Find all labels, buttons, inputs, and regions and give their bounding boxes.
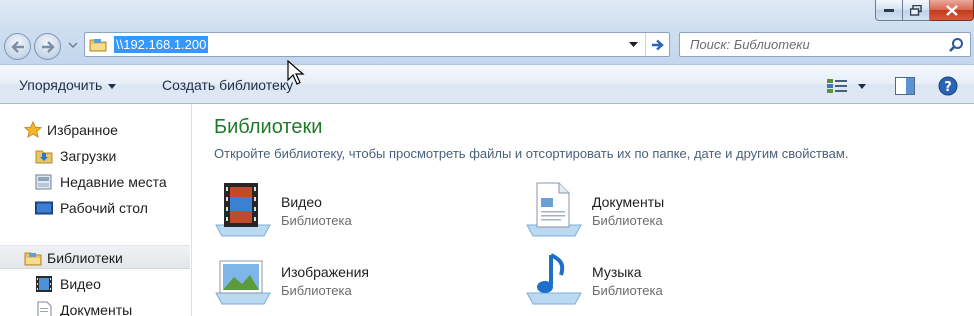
search-icon[interactable] [948, 37, 964, 53]
window-controls [875, 0, 974, 22]
restore-icon [910, 4, 922, 16]
go-arrow-icon [652, 39, 664, 50]
page-title: Библиотеки [214, 116, 323, 138]
search-input[interactable]: Поиск: Библиотеки [690, 37, 810, 52]
command-bar: Упорядочить Создать библиотеку ? [0, 64, 974, 104]
organize-label: Упорядочить [19, 77, 103, 93]
sidebar-item-label: Избранное [47, 122, 118, 138]
sidebar-item-label: Видео [60, 276, 101, 292]
window-chrome: \\192.168.1.200 Поиск: Библиотеки [0, 0, 974, 64]
forward-button[interactable] [34, 33, 61, 60]
restore-button[interactable] [903, 0, 930, 21]
organize-dropdown-icon [108, 83, 117, 89]
help-icon[interactable]: ? [938, 76, 958, 96]
library-name: Видео [281, 194, 322, 210]
organize-menu[interactable]: Упорядочить [19, 77, 117, 93]
address-bar[interactable]: \\192.168.1.200 [84, 32, 670, 57]
desktop-icon [35, 201, 53, 215]
view-options-dropdown-icon[interactable] [858, 84, 866, 89]
library-name: Документы [592, 194, 665, 210]
sidebar-item-label: Документы [60, 302, 133, 316]
minimize-button[interactable] [875, 0, 903, 21]
back-arrow-icon [10, 40, 24, 53]
navigation-pane: Избранное Загрузки Недавние места Рабочи… [0, 104, 192, 316]
change-view-icon[interactable] [826, 78, 848, 94]
address-path[interactable]: \\192.168.1.200 [114, 36, 209, 53]
video-library-icon [36, 276, 52, 292]
mouse-cursor-icon [287, 60, 305, 85]
sidebar-item-favorites[interactable]: Избранное [0, 118, 190, 142]
svg-text:?: ? [944, 80, 952, 95]
close-button[interactable] [930, 0, 974, 21]
search-box[interactable]: Поиск: Библиотеки [679, 32, 971, 57]
library-tile-music[interactable]: Музыка Библиотека [525, 251, 785, 311]
pictures-library-icon [215, 260, 271, 305]
recent-pages-dropdown-icon[interactable] [68, 40, 78, 50]
sidebar-item-label: Загрузки [60, 148, 117, 164]
libraries-folder-icon [24, 252, 42, 266]
library-tile-pictures[interactable]: Изображения Библиотека [214, 251, 474, 311]
recent-places-icon [35, 174, 52, 190]
go-button[interactable] [645, 33, 670, 56]
forward-arrow-icon [41, 40, 55, 53]
sidebar-item-downloads[interactable]: Загрузки [0, 144, 190, 168]
library-tile-documents[interactable]: Документы Библиотека [525, 181, 785, 241]
new-library-button[interactable]: Создать библиотеку [162, 77, 293, 93]
close-icon [945, 4, 958, 16]
sidebar-item-recent-places[interactable]: Недавние места [0, 170, 190, 194]
music-library-icon [526, 253, 582, 305]
video-library-icon [215, 183, 271, 237]
sidebar-item-label: Библиотеки [47, 250, 123, 266]
sidebar-item-label: Рабочий стол [60, 200, 148, 216]
documents-library-icon [526, 182, 582, 237]
library-type: Библиотека [281, 283, 352, 298]
chevron-down-icon [629, 41, 638, 47]
sidebar-item-label: Недавние места [60, 174, 167, 190]
downloads-folder-icon [35, 150, 53, 164]
minimize-icon [884, 9, 894, 12]
sidebar-item-video[interactable]: Видео [0, 272, 190, 296]
library-type: Библиотека [592, 213, 663, 228]
content-pane: Библиотеки Откройте библиотеку, чтобы пр… [193, 104, 974, 316]
library-name: Музыка [592, 264, 642, 280]
back-button[interactable] [4, 33, 31, 60]
library-type: Библиотека [592, 283, 663, 298]
preview-pane-icon[interactable] [895, 77, 915, 95]
documents-library-icon [37, 301, 52, 316]
address-history-dropdown[interactable] [623, 33, 644, 56]
library-type: Библиотека [281, 213, 352, 228]
library-name: Изображения [281, 264, 369, 280]
page-description: Откройте библиотеку, чтобы просмотреть ф… [214, 146, 849, 161]
library-tile-video[interactable]: Видео Библиотека [214, 181, 474, 241]
sidebar-item-documents[interactable]: Документы [0, 298, 190, 316]
library-folder-icon [89, 39, 107, 52]
sidebar-item-libraries[interactable]: Библиотеки [0, 245, 190, 269]
star-icon [24, 121, 42, 139]
sidebar-item-desktop[interactable]: Рабочий стол [0, 196, 190, 220]
